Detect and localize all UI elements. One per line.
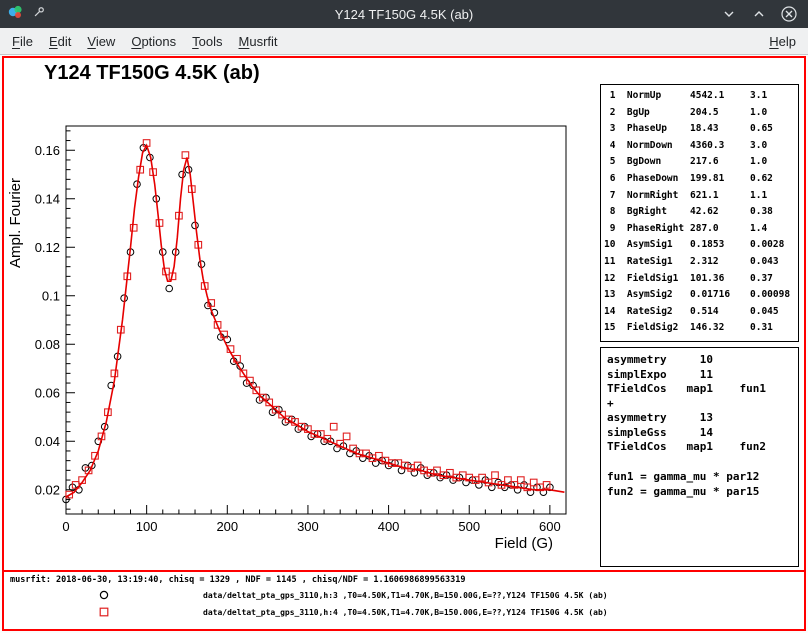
menu-item-musrfit[interactable]: Musrfit — [231, 30, 286, 53]
stat-row: 8 BgRight42.620.38 — [604, 204, 795, 221]
legend-pad-divider — [4, 570, 804, 572]
circle-marker-icon — [98, 589, 110, 601]
legend-entry-h4: data/deltat_pta_gps_3110,h:4 ,T0=4.50K,T… — [98, 606, 608, 618]
svg-text:0.16: 0.16 — [35, 143, 60, 158]
legend-entry-h3: data/deltat_pta_gps_3110,h:3 ,T0=4.50K,T… — [98, 589, 608, 601]
legend-label: data/deltat_pta_gps_3110,h:3 ,T0=4.50K,T… — [203, 591, 608, 600]
minimize-button[interactable] — [720, 5, 738, 23]
svg-text:500: 500 — [458, 519, 480, 534]
menu-item-tools[interactable]: Tools — [184, 30, 230, 53]
fit-info-line: musrfit: 2018-06-30, 13:19:40, chisq = 1… — [10, 575, 465, 585]
app-window: Y124 TF150G 4.5K (ab) — [0, 0, 808, 633]
stat-row: 1 NormUp4542.13.1 — [604, 88, 795, 105]
svg-text:Ampl. Fourier: Ampl. Fourier — [7, 178, 24, 268]
stat-row: 7 NormRight621.11.1 — [604, 188, 795, 205]
theory-line: asymmetry 13 — [607, 411, 792, 426]
theory-line: TFieldCos map1 fun2 — [607, 440, 792, 455]
svg-text:0.12: 0.12 — [35, 240, 60, 255]
stat-row: 3 PhaseUp18.430.65 — [604, 121, 795, 138]
theory-line: asymmetry 10 — [607, 353, 792, 368]
stat-row: 10 AsymSig10.18530.0028 — [604, 237, 795, 254]
svg-text:0.06: 0.06 — [35, 385, 60, 400]
stat-row: 11 RateSig12.3120.043 — [604, 254, 795, 271]
theory-line: TFieldCos map1 fun1 — [607, 382, 792, 397]
svg-text:0: 0 — [62, 519, 69, 534]
svg-text:0.14: 0.14 — [35, 191, 60, 206]
svg-text:0.08: 0.08 — [35, 337, 60, 352]
svg-text:400: 400 — [378, 519, 400, 534]
theory-line: simplExpo 11 — [607, 368, 792, 383]
stat-row: 6 PhaseDown199.810.62 — [604, 171, 795, 188]
close-button[interactable] — [780, 5, 798, 23]
svg-text:0.02: 0.02 — [35, 482, 60, 497]
square-marker-icon — [98, 606, 110, 618]
menu-item-options[interactable]: Options — [123, 30, 184, 53]
stat-row: 12 FieldSig1101.360.37 — [604, 271, 795, 288]
root-canvas[interactable]: Y124 TF150G 4.5K (ab) 010020030040050060… — [2, 56, 806, 631]
svg-text:0.04: 0.04 — [35, 434, 60, 449]
theory-line: simpleGss 14 — [607, 426, 792, 441]
svg-text:600: 600 — [539, 519, 561, 534]
legend-label: data/deltat_pta_gps_3110,h:4 ,T0=4.50K,T… — [203, 608, 608, 617]
svg-text:200: 200 — [216, 519, 238, 534]
menu-item-help[interactable]: Help — [761, 30, 804, 53]
fun-definition-line: fun1 = gamma_mu * par12 — [607, 469, 792, 484]
maximize-button[interactable] — [750, 5, 768, 23]
menu-item-file[interactable]: File — [4, 30, 41, 53]
app-icon — [8, 4, 24, 25]
svg-text:Field (G): Field (G) — [495, 535, 553, 552]
theory-function-box[interactable]: asymmetry 10simplExpo 11TFieldCos map1 f… — [600, 347, 799, 567]
stat-row: 9 PhaseRight287.01.4 — [604, 221, 795, 238]
fun-definition-line: fun2 = gamma_mu * par15 — [607, 484, 792, 499]
menu-item-view[interactable]: View — [79, 30, 123, 53]
svg-text:300: 300 — [297, 519, 319, 534]
stat-row: 4 NormDown4360.33.0 — [604, 138, 795, 155]
menubar: FileEditViewOptionsToolsMusrfit Help — [0, 28, 808, 55]
stat-row: 14 RateSig20.5140.045 — [604, 304, 795, 321]
svg-text:100: 100 — [136, 519, 158, 534]
window-title: Y124 TF150G 4.5K (ab) — [0, 7, 808, 22]
svg-text:0.1: 0.1 — [42, 288, 60, 303]
titlebar[interactable]: Y124 TF150G 4.5K (ab) — [0, 0, 808, 28]
fit-parameter-stats-box[interactable]: 1 NormUp4542.13.1 2 BgUp204.51.0 3 Phase… — [600, 84, 799, 342]
stat-row: 5 BgDown217.61.0 — [604, 154, 795, 171]
theory-line: + — [607, 397, 792, 412]
stat-row: 15 FieldSig2146.320.31 — [604, 320, 795, 337]
menu-item-edit[interactable]: Edit — [41, 30, 79, 53]
fourier-plot[interactable]: 0 100 200 300 400 500 600 0.02 0.04 0.06 0.08 0.1 0.… — [4, 58, 599, 570]
stat-row: 13 AsymSig20.017160.00098 — [604, 287, 795, 304]
pin-icon[interactable] — [32, 5, 46, 24]
stat-row: 2 BgUp204.51.0 — [604, 105, 795, 122]
